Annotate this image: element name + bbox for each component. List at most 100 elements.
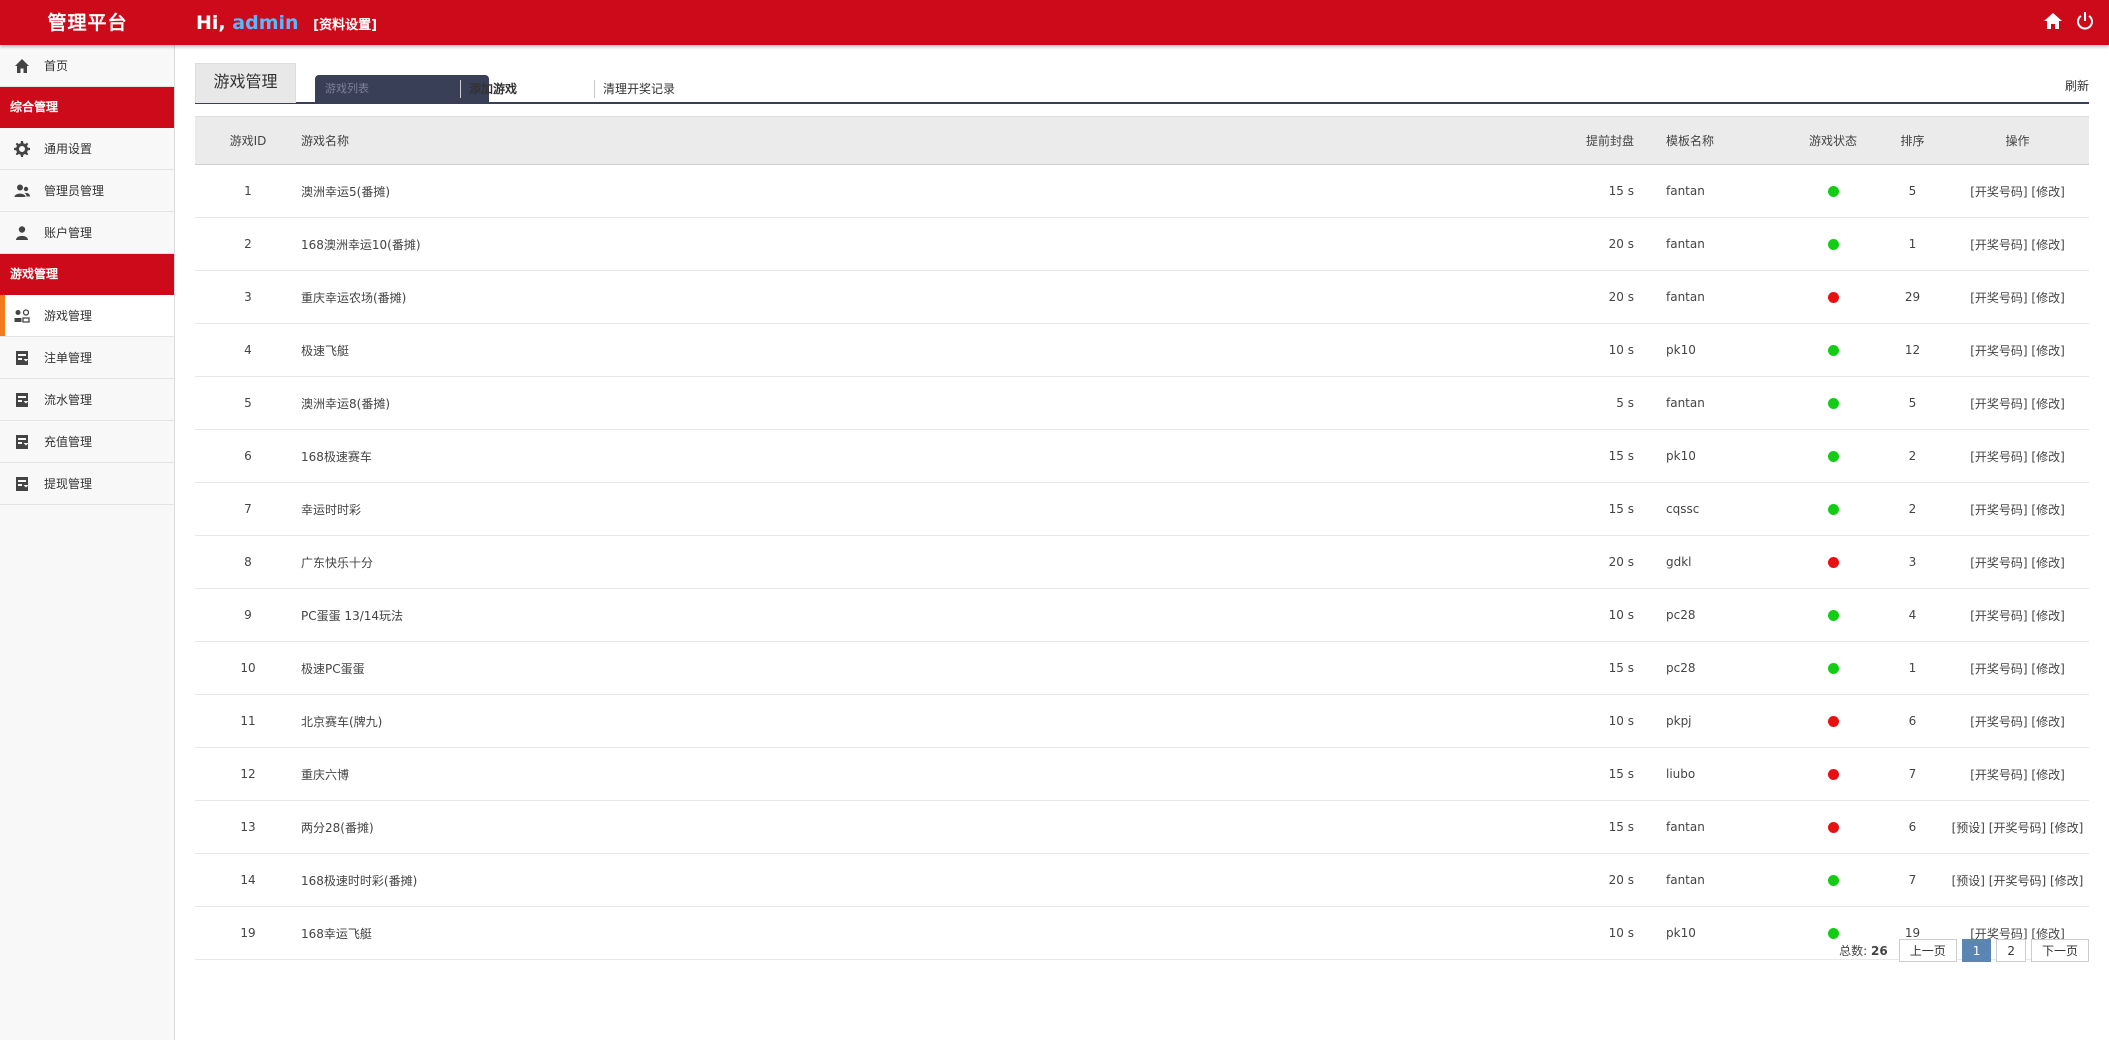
cell-actions: [开奖号码] [修改] — [1946, 164, 2089, 218]
cell-advance-close: 20 s — [1557, 535, 1634, 589]
cell-id: 2 — [195, 217, 301, 271]
table-row: 12 重庆六博 15 s liubo 7 [开奖号码] [修改] — [195, 747, 2089, 801]
sidebar-item-flow[interactable]: 流水管理 — [0, 379, 174, 421]
sidebar-section-general[interactable]: 综合管理 — [0, 87, 174, 128]
table-row: 3 重庆幸运农场(番摊) 20 s fantan 29 [开奖号码] [修改] — [195, 270, 2089, 324]
sidebar-item-general-settings[interactable]: 通用设置 — [0, 128, 174, 170]
page-button-1[interactable]: 1 — [1961, 938, 1992, 962]
table-row: 8 广东快乐十分 20 s gdkl 3 [开奖号码] [修改] — [195, 535, 2089, 589]
cell-order: 1 — [1879, 641, 1946, 695]
tab-clear-draw-records[interactable]: 清理开奖记录 — [594, 80, 675, 98]
cell-status — [1787, 694, 1879, 748]
sidebar-item-admins[interactable]: 管理员管理 — [0, 170, 174, 212]
cell-name: 重庆六博 — [301, 747, 1557, 801]
status-dot — [1827, 716, 1839, 727]
sidebar-item-label: 游戏管理 — [44, 309, 93, 323]
ledger-icon — [16, 476, 29, 491]
cell-template: fantan — [1634, 164, 1787, 218]
total-count: 总数: 26 — [1839, 942, 1888, 959]
cell-actions: [预设] [开奖号码] [修改] — [1946, 800, 2089, 854]
home-icon — [15, 58, 29, 73]
cell-status — [1787, 376, 1879, 430]
table-row: 14 168极速时时彩(番摊) 20 s fantan 7 [预设] [开奖号码] [修改… — [195, 853, 2089, 907]
tab-game-management[interactable]: 游戏管理 — [195, 63, 296, 103]
cell-actions: [开奖号码] [修改] — [1946, 429, 2089, 483]
sidebar-section-games[interactable]: 游戏管理 — [0, 254, 174, 295]
gear-icon — [14, 140, 30, 157]
sidebar-item-label: 账户管理 — [44, 226, 93, 240]
row-action-links[interactable]: [开奖号码] [修改] — [1970, 238, 2065, 252]
power-icon[interactable] — [2075, 11, 2095, 31]
table-row: 6 168极速赛车 15 s pk10 2 [开奖号码] [修改] — [195, 429, 2089, 483]
next-page-button[interactable]: 下一页 — [2030, 938, 2089, 962]
cell-advance-close: 15 s — [1557, 482, 1634, 536]
cell-template: fantan — [1634, 376, 1787, 430]
sidebar-item-label: 流水管理 — [44, 393, 93, 407]
cell-status — [1787, 164, 1879, 218]
sidebar-item-bets[interactable]: 注单管理 — [0, 337, 174, 379]
cell-advance-close: 10 s — [1557, 694, 1634, 748]
cell-status — [1787, 588, 1879, 642]
cell-order: 2 — [1879, 429, 1946, 483]
cell-template: fantan — [1634, 800, 1787, 854]
refresh-link[interactable]: 刷新 — [2065, 77, 2089, 94]
cell-id: 1 — [195, 164, 301, 218]
cell-advance-close: 15 s — [1557, 800, 1634, 854]
sidebar-item-recharge[interactable]: 充值管理 — [0, 421, 174, 463]
row-action-links[interactable]: [开奖号码] [修改] — [1970, 556, 2065, 570]
row-action-links[interactable]: [开奖号码] [修改] — [1970, 768, 2065, 782]
cell-name: PC蛋蛋 13/14玩法 — [301, 588, 1557, 642]
table-row: 2 168澳洲幸运10(番摊) 20 s fantan 1 [开奖号码] [修改] — [195, 217, 2089, 271]
status-dot — [1827, 292, 1839, 303]
table-row: 10 极速PC蛋蛋 15 s pc28 1 [开奖号码] [修改] — [195, 641, 2089, 695]
row-action-links[interactable]: [开奖号码] [修改] — [1970, 662, 2065, 676]
cell-name: 极速飞艇 — [301, 323, 1557, 377]
cell-template: fantan — [1634, 270, 1787, 324]
cell-template: pc28 — [1634, 588, 1787, 642]
col-header-order: 排序 — [1879, 116, 1946, 165]
sidebar-item-home[interactable]: 首页 — [0, 45, 174, 87]
table-row: 11 北京赛车(牌九) 10 s pkpj 6 [开奖号码] [修改] — [195, 694, 2089, 748]
cell-id: 10 — [195, 641, 301, 695]
col-header-template: 模板名称 — [1634, 116, 1787, 165]
sidebar-item-withdraw[interactable]: 提现管理 — [0, 463, 174, 505]
cell-order: 5 — [1879, 164, 1946, 218]
row-action-links[interactable]: [开奖号码] [修改] — [1970, 503, 2065, 517]
row-action-links[interactable]: [开奖号码] [修改] — [1970, 344, 2065, 358]
page-button-2[interactable]: 2 — [1996, 938, 2026, 962]
table-row: 1 澳洲幸运5(番摊) 15 s fantan 5 [开奖号码] [修改] — [195, 164, 2089, 218]
cell-status — [1787, 853, 1879, 907]
status-dot — [1827, 928, 1839, 939]
profile-settings-link[interactable]: [资料设置] — [313, 18, 377, 33]
cell-id: 9 — [195, 588, 301, 642]
cell-name: 168澳洲幸运10(番摊) — [301, 217, 1557, 271]
row-action-links[interactable]: [开奖号码] [修改] — [1970, 609, 2065, 623]
total-label: 总数: — [1839, 943, 1868, 958]
cell-id: 13 — [195, 800, 301, 854]
table-row: 5 澳洲幸运8(番摊) 5 s fantan 5 [开奖号码] [修改] — [195, 376, 2089, 430]
row-action-links[interactable]: [开奖号码] [修改] — [1970, 715, 2065, 729]
users-icon — [14, 184, 30, 197]
row-action-links[interactable]: [开奖号码] [修改] — [1970, 291, 2065, 305]
sidebar-item-game-management[interactable]: 游戏管理 — [0, 295, 174, 337]
cell-status — [1787, 641, 1879, 695]
greeting-text: Hi, — [196, 12, 226, 34]
row-action-links[interactable]: [预设] [开奖号码] [修改] — [1952, 821, 2084, 835]
cell-actions: [开奖号码] [修改] — [1946, 217, 2089, 271]
cell-advance-close: 20 s — [1557, 217, 1634, 271]
total-value: 26 — [1870, 943, 1888, 958]
row-action-links[interactable]: [预设] [开奖号码] [修改] — [1952, 874, 2084, 888]
col-header-name: 游戏名称 — [301, 116, 1557, 165]
cell-template: pkpj — [1634, 694, 1787, 748]
cell-actions: [开奖号码] [修改] — [1946, 535, 2089, 589]
row-action-links[interactable]: [开奖号码] [修改] — [1970, 185, 2065, 199]
status-dot — [1827, 610, 1839, 621]
cell-status — [1787, 270, 1879, 324]
sidebar-item-accounts[interactable]: 账户管理 — [0, 212, 174, 254]
prev-page-button[interactable]: 上一页 — [1898, 938, 1957, 962]
home-icon[interactable] — [2043, 11, 2063, 31]
tab-add-game[interactable]: 添加游戏 — [460, 80, 517, 98]
row-action-links[interactable]: [开奖号码] [修改] — [1970, 397, 2065, 411]
row-action-links[interactable]: [开奖号码] [修改] — [1970, 450, 2065, 464]
cell-name: 澳洲幸运5(番摊) — [301, 164, 1557, 218]
